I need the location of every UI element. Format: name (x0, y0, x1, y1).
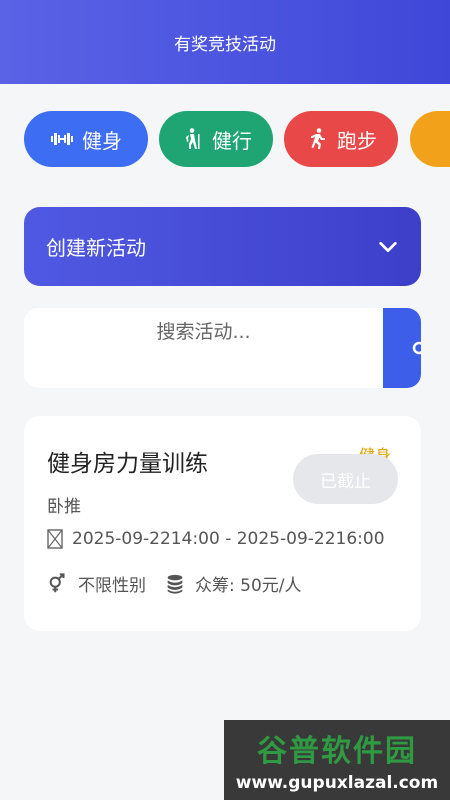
dumbbell-icon (51, 133, 73, 145)
activity-fee-text: 众筹: 50元/人 (195, 576, 302, 596)
chevron-down-icon (379, 241, 397, 252)
category-running-button[interactable]: 跑步 (284, 111, 398, 167)
hiking-icon (186, 128, 200, 149)
app-header: 有奖竞技活动 (0, 0, 450, 84)
search-icon (412, 341, 421, 355)
activity-gender: 不限性别 (47, 571, 146, 596)
search-input[interactable] (24, 308, 383, 388)
watermark-brand: 谷普软件园 (257, 734, 417, 769)
search-bar (24, 308, 421, 388)
watermark-url: www.gupuxlazal.com (235, 773, 439, 793)
hourglass-icon (47, 529, 63, 549)
activity-title: 健身房力量训练 (47, 451, 208, 477)
activity-gender-text: 不限性别 (78, 576, 146, 596)
running-icon (311, 128, 325, 149)
activity-fee: 众筹: 50元/人 (164, 571, 302, 596)
gender-icon (49, 572, 65, 592)
coins-icon (167, 574, 183, 594)
activity-card[interactable]: 健身房力量训练 健身 已截止 卧推 2025-09-2214:00 - 2025… (24, 416, 421, 631)
activity-time: 2025-09-2214:00 - 2025-09-2216:00 (47, 529, 385, 549)
category-hiking-button[interactable]: 健行 (159, 111, 273, 167)
activity-meta: 不限性别 众筹: 50元/人 (47, 571, 320, 596)
category-fitness-button[interactable]: 健身 (24, 111, 148, 167)
category-label: 健行 (212, 128, 252, 153)
category-more-button[interactable] (410, 111, 450, 167)
create-activity-label: 创建新活动 (46, 236, 146, 260)
search-button[interactable] (383, 308, 421, 388)
watermark: 谷普软件园 www.gupuxlazal.com (224, 720, 450, 800)
category-label: 跑步 (337, 128, 377, 153)
activity-time-text: 2025-09-2214:00 - 2025-09-2216:00 (72, 529, 385, 549)
activity-status-button[interactable]: 已截止 (293, 454, 398, 504)
create-activity-button[interactable]: 创建新活动 (24, 207, 421, 286)
page-title: 有奖竞技活动 (174, 34, 276, 55)
category-label: 健身 (82, 128, 122, 153)
category-bar: 健身 健行 跑步 (0, 111, 450, 169)
activity-subtitle: 卧推 (47, 497, 81, 517)
